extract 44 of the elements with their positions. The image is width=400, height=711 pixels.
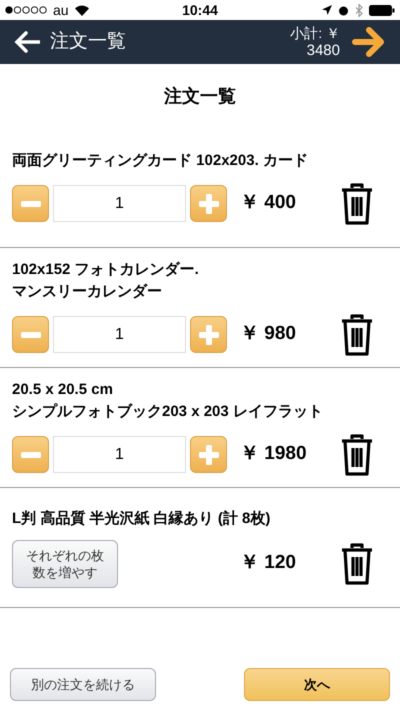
trash-icon[interactable] bbox=[340, 542, 374, 586]
wifi-icon bbox=[74, 4, 89, 16]
back-arrow-icon bbox=[14, 31, 40, 53]
subtotal-value: 3480 bbox=[306, 42, 340, 60]
item-title: 両面グリーティングカード 102x203. カード bbox=[12, 150, 309, 170]
minus-button[interactable] bbox=[12, 436, 49, 473]
signal-icon bbox=[5, 6, 47, 14]
trash-icon[interactable] bbox=[340, 312, 374, 356]
item-title: 102x152 フォトカレンダー. マンスリーカレンダー bbox=[12, 260, 200, 302]
page-title: 注文一覧 bbox=[164, 84, 236, 108]
continue-order-button[interactable]: 別の注文を続ける bbox=[10, 668, 156, 701]
plus-icon bbox=[198, 444, 220, 466]
item-title: L判 高品質 半光沢紙 白縁あり (計 8枚) bbox=[12, 508, 272, 528]
item-price: ￥ 1980 bbox=[240, 442, 308, 466]
status-time: 10:44 bbox=[182, 0, 218, 20]
plus-icon bbox=[198, 192, 220, 214]
item-price: ￥ 400 bbox=[240, 191, 297, 216]
location-icon bbox=[322, 5, 332, 15]
trash-icon[interactable] bbox=[340, 182, 374, 226]
item-price: ￥ 120 bbox=[240, 551, 297, 576]
quantity-field[interactable]: 1 bbox=[53, 436, 186, 473]
back-button[interactable]: 注文一覧 bbox=[14, 28, 126, 56]
plus-button[interactable] bbox=[190, 185, 227, 222]
minus-icon bbox=[20, 332, 40, 338]
plus-button[interactable] bbox=[190, 436, 227, 473]
item-title: 20.5 x 20.5 cm シンプルフォトブック203 x 203 レイフラット bbox=[12, 380, 324, 422]
quantity-field[interactable]: 1 bbox=[53, 185, 186, 222]
trash-icon[interactable] bbox=[340, 432, 374, 476]
bluetooth-icon bbox=[355, 4, 363, 16]
next-arrow-icon bbox=[352, 26, 386, 58]
minus-button[interactable] bbox=[12, 316, 49, 353]
item-price: ￥ 980 bbox=[240, 322, 297, 346]
quantity-field[interactable]: 1 bbox=[53, 316, 186, 353]
next-arrow-button[interactable] bbox=[352, 26, 386, 58]
plus-button[interactable] bbox=[190, 316, 227, 353]
minus-icon bbox=[20, 200, 40, 206]
minus-button[interactable] bbox=[12, 185, 49, 222]
battery-icon bbox=[369, 4, 395, 16]
plus-icon bbox=[198, 324, 220, 346]
minus-icon bbox=[20, 452, 40, 458]
subtotal-label: 小計: ￥ bbox=[290, 24, 340, 42]
increase-count-button[interactable]: それぞれの枚 数を増やす bbox=[12, 540, 118, 588]
carrier-name: au bbox=[53, 0, 69, 20]
next-button[interactable]: 次へ bbox=[244, 668, 390, 701]
